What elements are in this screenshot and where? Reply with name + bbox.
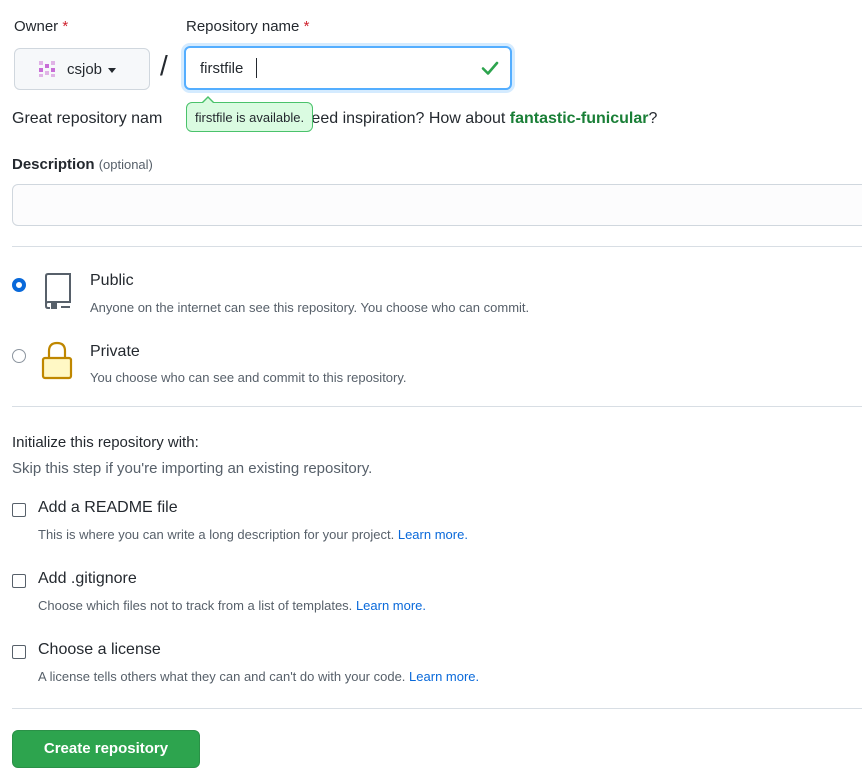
owner-dropdown[interactable]: csjob bbox=[14, 48, 150, 90]
private-title: Private bbox=[90, 343, 140, 360]
repo-name-input[interactable] bbox=[184, 46, 512, 90]
public-radio[interactable] bbox=[12, 278, 26, 292]
repo-name-label: Repository name * bbox=[186, 18, 310, 35]
description-input[interactable] bbox=[12, 184, 862, 226]
repo-name-hint: Great repository nam emorable. Need inspi… bbox=[12, 110, 658, 127]
repo-icon bbox=[45, 273, 71, 309]
divider bbox=[12, 246, 862, 247]
public-description: Anyone on the internet can see this repo… bbox=[90, 300, 530, 315]
identicon-avatar-icon bbox=[37, 59, 57, 79]
owner-label: Owner * bbox=[14, 18, 69, 35]
license-description: A license tells others what they can and… bbox=[38, 669, 480, 684]
private-radio[interactable] bbox=[12, 349, 26, 363]
chevron-down-icon bbox=[108, 67, 117, 73]
private-description: You choose who can see and commit to thi… bbox=[90, 370, 407, 385]
init-section-subtitle: Skip this step if you're importing an ex… bbox=[12, 460, 373, 477]
check-icon bbox=[481, 61, 499, 75]
owner-repo-separator: / bbox=[160, 50, 168, 81]
description-label: Description (optional) bbox=[12, 156, 153, 173]
owner-name: csjob bbox=[67, 60, 103, 78]
required-mark: * bbox=[62, 18, 69, 35]
required-mark: * bbox=[303, 18, 310, 35]
gitignore-description: Choose which files not to track from a l… bbox=[38, 598, 427, 613]
gitignore-title: Add .gitignore bbox=[38, 570, 137, 587]
suggested-name-link[interactable]: fantastic-funicular bbox=[510, 110, 649, 127]
availability-tooltip: firstfile is available. bbox=[186, 96, 314, 132]
readme-title: Add a README file bbox=[38, 499, 178, 516]
init-section-title: Initialize this repository with: bbox=[12, 434, 199, 451]
gitignore-checkbox[interactable] bbox=[12, 574, 26, 588]
license-title: Choose a license bbox=[38, 641, 161, 658]
readme-description: This is where you can write a long descr… bbox=[38, 527, 468, 542]
readme-learn-more-link[interactable]: Learn more. bbox=[398, 527, 468, 542]
divider bbox=[12, 406, 862, 407]
lock-icon bbox=[41, 341, 73, 380]
license-learn-more-link[interactable]: Learn more. bbox=[409, 669, 479, 684]
readme-checkbox[interactable] bbox=[12, 503, 26, 517]
license-checkbox[interactable] bbox=[12, 645, 26, 659]
divider bbox=[12, 708, 862, 709]
public-title: Public bbox=[90, 272, 134, 289]
create-repository-button[interactable]: Create repository bbox=[12, 730, 200, 768]
text-cursor bbox=[256, 58, 257, 78]
gitignore-learn-more-link[interactable]: Learn more. bbox=[356, 598, 426, 613]
